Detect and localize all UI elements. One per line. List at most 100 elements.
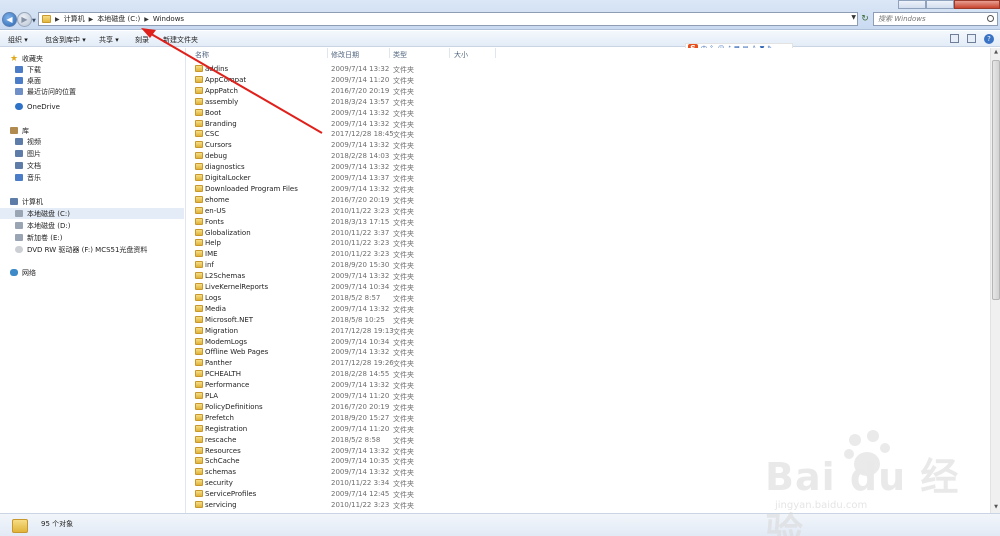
history-dropdown-icon[interactable]: ▼ <box>32 18 36 24</box>
table-row[interactable]: PolicyDefinitions 2016/7/20 20:19 文件夹 <box>187 401 587 412</box>
table-row[interactable]: L2Schemas 2009/7/14 13:32 文件夹 <box>187 270 587 281</box>
table-row[interactable]: Offline Web Pages 2009/7/14 13:32 文件夹 <box>187 346 587 357</box>
table-row[interactable]: Registration 2009/7/14 11:20 文件夹 <box>187 423 587 434</box>
column-header-date[interactable]: 修改日期 <box>331 50 359 60</box>
sidebar-item-onedrive[interactable]: OneDrive <box>0 101 184 112</box>
search-icon[interactable] <box>987 15 994 22</box>
table-row[interactable]: PLA 2009/7/14 11:20 文件夹 <box>187 390 587 401</box>
table-row[interactable]: Performance 2009/7/14 13:32 文件夹 <box>187 379 587 390</box>
burn-button[interactable]: 刻录 <box>135 35 149 45</box>
sidebar-item-favorites[interactable]: ★ 收藏夹 <box>0 53 184 64</box>
table-row[interactable]: Branding 2009/7/14 13:32 文件夹 <box>187 118 587 129</box>
forward-button[interactable]: ▶ <box>17 12 32 27</box>
sidebar-item-videos[interactable]: 视频 <box>0 136 184 147</box>
table-row[interactable]: debug 2018/2/28 14:03 文件夹 <box>187 150 587 161</box>
table-row[interactable]: assembly 2018/3/24 13:57 文件夹 <box>187 96 587 107</box>
table-row[interactable]: ServiceProfiles 2009/7/14 12:45 文件夹 <box>187 488 587 499</box>
sidebar-item-desktop[interactable]: 桌面 <box>0 75 184 86</box>
table-row[interactable]: PCHEALTH 2018/2/28 14:55 文件夹 <box>187 368 587 379</box>
search-box[interactable] <box>873 12 998 26</box>
table-row[interactable]: Media 2009/7/14 13:32 文件夹 <box>187 303 587 314</box>
table-row[interactable]: Microsoft.NET 2018/5/8 10:25 文件夹 <box>187 314 587 325</box>
table-row[interactable]: diagnostics 2009/7/14 13:32 文件夹 <box>187 161 587 172</box>
table-row[interactable]: AppCompat 2009/7/14 11:20 文件夹 <box>187 74 587 85</box>
sidebar-item-music[interactable]: 音乐 <box>0 172 184 183</box>
organize-button[interactable]: 组织 ▾ <box>8 35 28 45</box>
new-folder-button[interactable]: 新建文件夹 <box>163 35 198 45</box>
table-row[interactable]: Boot 2009/7/14 13:32 文件夹 <box>187 107 587 118</box>
help-icon[interactable]: ? <box>984 34 994 44</box>
scroll-up-icon[interactable]: ▲ <box>992 49 1000 57</box>
column-divider[interactable] <box>327 48 328 58</box>
preview-pane-icon[interactable] <box>967 34 976 43</box>
folder-icon <box>195 206 203 214</box>
breadcrumb-windows[interactable]: Windows <box>153 15 184 23</box>
sidebar-item-libraries[interactable]: 库 <box>0 125 184 136</box>
column-divider[interactable] <box>389 48 390 58</box>
table-row[interactable]: Panther 2017/12/28 19:26 文件夹 <box>187 357 587 368</box>
table-row[interactable]: en-US 2010/11/22 3:23 文件夹 <box>187 205 587 216</box>
column-header-type[interactable]: 类型 <box>393 50 407 60</box>
refresh-icon[interactable]: ↻ <box>860 12 870 26</box>
sidebar-item-computer[interactable]: 计算机 <box>0 196 184 207</box>
search-input[interactable] <box>878 15 988 23</box>
folder-icon <box>195 152 203 160</box>
file-name: Migration <box>205 326 239 335</box>
table-row[interactable]: rescache 2018/5/2 8:58 文件夹 <box>187 434 587 445</box>
table-row[interactable]: Fonts 2018/3/13 17:15 文件夹 <box>187 216 587 227</box>
table-row[interactable]: DigitalLocker 2009/7/14 13:37 文件夹 <box>187 172 587 183</box>
sidebar-item-recent[interactable]: 最近访问的位置 <box>0 86 184 97</box>
table-row[interactable]: Globalization 2010/11/22 3:37 文件夹 <box>187 227 587 238</box>
sidebar-item-drive-d[interactable]: 本地磁盘 (D:) <box>0 220 184 231</box>
column-header-name[interactable]: 名称 <box>195 50 209 60</box>
scrollbar-thumb[interactable] <box>992 60 1000 300</box>
table-row[interactable]: Downloaded Program Files 2009/7/14 13:32 文… <box>187 183 587 194</box>
folder-icon <box>195 174 203 181</box>
sidebar-item-downloads[interactable]: 下载 <box>0 64 184 75</box>
chevron-right-icon[interactable]: ▶ <box>55 16 60 23</box>
table-row[interactable]: Logs 2018/5/2 8:57 文件夹 <box>187 292 587 303</box>
table-row[interactable]: inf 2018/9/20 15:30 文件夹 <box>187 259 587 270</box>
back-button[interactable]: ◀ <box>2 12 17 27</box>
sidebar-item-drive-c[interactable]: 本地磁盘 (C:) <box>0 208 184 219</box>
table-row[interactable]: Migration 2017/12/28 19:13 文件夹 <box>187 325 587 336</box>
table-row[interactable]: Cursors 2009/7/14 13:32 文件夹 <box>187 139 587 150</box>
folder-icon <box>195 359 203 367</box>
include-library-button[interactable]: 包含到库中 ▾ <box>45 35 86 45</box>
table-row[interactable]: Prefetch 2018/9/20 15:27 文件夹 <box>187 412 587 423</box>
maximize-button[interactable] <box>926 0 954 9</box>
table-row[interactable]: IME 2010/11/22 3:23 文件夹 <box>187 248 587 259</box>
table-row[interactable]: Help 2010/11/22 3:23 文件夹 <box>187 237 587 248</box>
sidebar-item-documents[interactable]: 文档 <box>0 160 184 171</box>
table-row[interactable]: AppPatch 2016/7/20 20:19 文件夹 <box>187 85 587 96</box>
table-row[interactable]: SchCache 2009/7/14 10:35 文件夹 <box>187 455 587 466</box>
table-row[interactable]: ModemLogs 2009/7/14 10:34 文件夹 <box>187 336 587 347</box>
table-row[interactable]: schemas 2009/7/14 13:32 文件夹 <box>187 466 587 477</box>
table-row[interactable]: addins 2009/7/14 13:32 文件夹 <box>187 63 587 74</box>
table-row[interactable]: security 2010/11/22 3:34 文件夹 <box>187 477 587 488</box>
address-bar[interactable]: ▶ 计算机 ▶ 本地磁盘 (C:) ▶ Windows ▼ <box>38 12 858 26</box>
sidebar-item-pictures[interactable]: 图片 <box>0 148 184 159</box>
breadcrumb-drive-c[interactable]: 本地磁盘 (C:) <box>97 14 140 24</box>
breadcrumb-computer[interactable]: 计算机 <box>64 14 85 24</box>
sidebar-item-network[interactable]: 网络 <box>0 267 184 278</box>
table-row[interactable]: ehome 2016/7/20 20:19 文件夹 <box>187 194 587 205</box>
sidebar-item-drive-e[interactable]: 新加卷 (E:) <box>0 232 184 243</box>
minimize-button[interactable] <box>898 0 926 9</box>
close-button[interactable] <box>954 0 1000 9</box>
scroll-down-icon[interactable]: ▼ <box>992 504 1000 512</box>
share-button[interactable]: 共享 ▾ <box>99 35 119 45</box>
table-row[interactable]: servicing 2010/11/22 3:23 文件夹 <box>187 499 587 510</box>
column-header-size[interactable]: 大小 <box>454 50 468 60</box>
column-divider[interactable] <box>495 48 496 58</box>
column-divider[interactable] <box>449 48 450 58</box>
vertical-scrollbar[interactable]: ▲ ▼ <box>990 48 1000 513</box>
sidebar-item-drive-f[interactable]: DVD RW 驱动器 (F:) MCS51光盘资料 <box>0 244 184 255</box>
table-row[interactable]: CSC 2017/12/28 18:45 文件夹 <box>187 128 587 139</box>
table-row[interactable]: LiveKernelReports 2009/7/14 10:34 文件夹 <box>187 281 587 292</box>
chevron-right-icon[interactable]: ▶ <box>89 16 94 23</box>
view-options-icon[interactable] <box>950 34 959 43</box>
chevron-right-icon[interactable]: ▶ <box>144 16 149 23</box>
address-dropdown-icon[interactable]: ▼ <box>851 14 856 21</box>
table-row[interactable]: Resources 2009/7/14 13:32 文件夹 <box>187 445 587 456</box>
